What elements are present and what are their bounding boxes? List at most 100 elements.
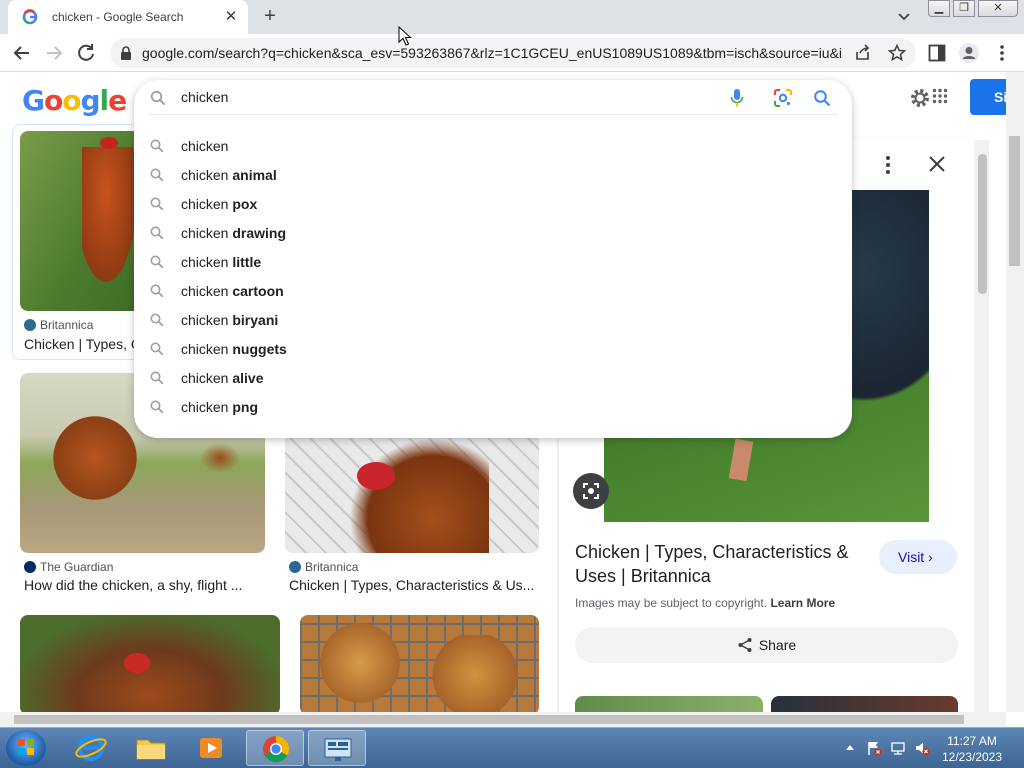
suggestion-text: chicken nuggets — [181, 341, 287, 357]
suggestion-item[interactable]: chicken nuggets — [134, 335, 852, 364]
lock-icon[interactable] — [120, 46, 132, 60]
taskbar-explorer[interactable] — [122, 730, 180, 766]
profile-avatar-icon[interactable] — [958, 42, 980, 64]
preview-title[interactable]: Chicken | Types, Characteristics & Uses … — [575, 540, 875, 588]
window-minimize-button[interactable]: ▁ — [928, 0, 950, 17]
suggestion-prefix: chicken — [181, 399, 229, 415]
apps-grid-icon[interactable] — [932, 88, 948, 104]
folder-icon — [136, 739, 166, 760]
suggestion-item[interactable]: chicken — [134, 132, 852, 161]
search-icon — [150, 139, 164, 153]
address-bar[interactable]: google.com/search?q=chicken&sca_esv=5932… — [110, 38, 916, 68]
logo-letter: l — [99, 84, 110, 117]
suggestion-item[interactable]: chicken pox — [134, 190, 852, 219]
visit-button[interactable]: Visit › — [879, 540, 957, 574]
search-icon — [150, 284, 164, 298]
source-label: Britannica — [305, 560, 359, 574]
search-icon — [150, 342, 164, 356]
back-arrow-icon[interactable] — [10, 41, 34, 65]
lens-icon — [583, 483, 599, 499]
google-lens-icon[interactable] — [773, 88, 793, 108]
related-image-2[interactable] — [771, 696, 958, 712]
suggestion-item[interactable]: chicken drawing — [134, 219, 852, 248]
page-scrollbar-thumb[interactable] — [1009, 136, 1020, 266]
url-text: google.com/search?q=chicken&sca_esv=5932… — [142, 45, 842, 61]
google-logo[interactable]: Google — [22, 84, 127, 118]
result-card-3[interactable]: Britannica Chicken | Types, Characterist… — [285, 438, 545, 603]
clock-date: 12/23/2023 — [941, 750, 1003, 764]
horizontal-scrollbar-thumb[interactable] — [14, 715, 964, 724]
browser-tab[interactable]: chicken - Google Search ✕ — [8, 0, 248, 34]
copyright-text: Images may be subject to copyright. — [575, 596, 768, 610]
suggestion-item[interactable]: chicken alive — [134, 364, 852, 393]
result-image-rooster[interactable] — [20, 131, 150, 311]
tab-search-chevron-icon[interactable] — [894, 8, 914, 26]
close-tab-icon[interactable]: ✕ — [222, 8, 240, 26]
suggestion-completion: drawing — [232, 225, 287, 241]
share-icon — [738, 638, 752, 652]
result-card-5[interactable] — [300, 615, 540, 715]
related-image-1[interactable] — [575, 696, 763, 712]
search-input[interactable]: chicken — [181, 89, 228, 105]
visit-label: Visit — [898, 549, 925, 565]
google-favicon-icon — [22, 9, 38, 25]
suggestion-prefix: chicken — [181, 196, 229, 212]
copyright-notice: Images may be subject to copyright. Lear… — [575, 596, 835, 610]
settings-gear-icon[interactable] — [908, 86, 932, 110]
horizontal-scrollbar[interactable] — [0, 712, 1006, 727]
window-close-button[interactable]: ✕ — [978, 0, 1018, 17]
logo-letter: o — [62, 84, 81, 117]
share-button[interactable]: Share — [575, 627, 958, 663]
taskbar-ie[interactable] — [62, 730, 120, 766]
result-title[interactable]: Chicken | Types, C — [24, 336, 149, 352]
result-image-rooster-fence[interactable] — [285, 438, 539, 553]
window-restore-button[interactable]: ❐ — [953, 0, 975, 17]
suggestion-completion: cartoon — [232, 283, 284, 299]
suggestion-text: chicken — [181, 138, 228, 154]
result-card-4[interactable] — [20, 615, 280, 715]
britannica-icon — [289, 561, 301, 573]
lens-search-button[interactable] — [573, 473, 609, 509]
network-icon[interactable] — [890, 740, 906, 756]
forward-arrow-icon[interactable] — [42, 41, 66, 65]
result-card-1[interactable]: Britannica Chicken | Types, C — [12, 124, 152, 360]
share-page-icon[interactable] — [854, 44, 872, 62]
suggestion-completion: little — [232, 254, 262, 270]
close-icon[interactable] — [928, 155, 946, 173]
chrome-menu-icon[interactable] — [992, 42, 1012, 64]
media-player-icon — [200, 738, 222, 758]
suggestion-item[interactable]: chicken cartoon — [134, 277, 852, 306]
new-tab-button[interactable]: + — [258, 5, 282, 29]
result-image-hen-closeup[interactable] — [20, 615, 280, 715]
search-icon — [150, 168, 164, 182]
show-hidden-icons-icon[interactable] — [844, 742, 856, 752]
internet-explorer-icon — [75, 735, 107, 761]
result-image-fried-chicken[interactable] — [300, 615, 539, 715]
page-scrollbar[interactable] — [1006, 72, 1024, 712]
suggestion-item[interactable]: chicken little — [134, 248, 852, 277]
side-panel-icon[interactable] — [928, 44, 946, 62]
suggestion-item[interactable]: chicken animal — [134, 161, 852, 190]
volume-muted-icon[interactable] — [914, 740, 930, 756]
bookmark-star-icon[interactable] — [888, 44, 906, 62]
taskbar-active-app[interactable] — [308, 730, 366, 766]
action-center-flag-icon[interactable] — [866, 740, 882, 756]
taskbar-chrome[interactable] — [246, 730, 304, 766]
start-button[interactable] — [6, 730, 46, 766]
search-divider — [148, 114, 838, 115]
learn-more-link[interactable]: Learn More — [770, 596, 835, 610]
suggestion-item[interactable]: chicken biryani — [134, 306, 852, 335]
suggestion-item[interactable]: chicken png — [134, 393, 852, 422]
result-title[interactable]: Chicken | Types, Characteristics & Us... — [289, 577, 539, 593]
result-title[interactable]: How did the chicken, a shy, flight ... — [24, 577, 264, 593]
panel-scrollbar-thumb[interactable] — [978, 154, 987, 294]
reload-icon[interactable] — [74, 41, 98, 65]
taskbar-clock[interactable]: 11:27 AM 12/23/2023 — [940, 733, 1004, 765]
suggestion-completion: animal — [232, 167, 277, 183]
panel-scrollbar[interactable] — [975, 140, 989, 712]
taskbar-media-player[interactable] — [182, 730, 240, 766]
microphone-icon[interactable] — [729, 88, 745, 108]
more-options-icon[interactable] — [880, 154, 896, 176]
suggestion-completion: alive — [232, 370, 264, 386]
search-submit-icon[interactable] — [813, 89, 831, 107]
